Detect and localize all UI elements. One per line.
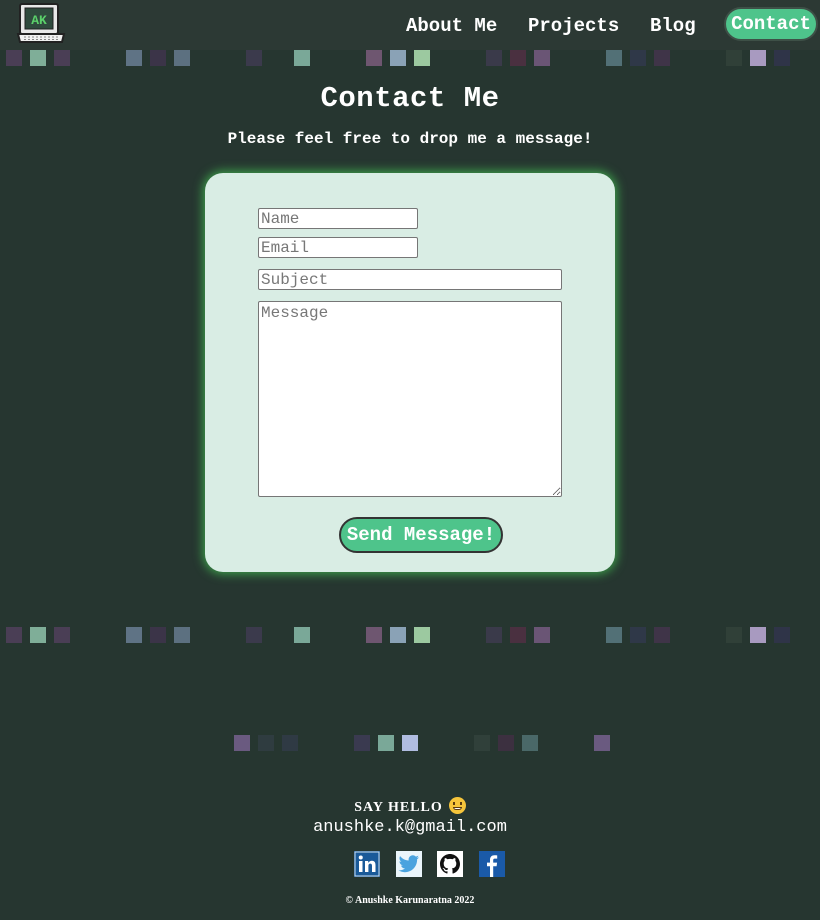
nav-projects[interactable]: Projects xyxy=(528,12,619,40)
subject-field[interactable] xyxy=(258,269,562,290)
message-field[interactable] xyxy=(258,301,562,497)
pixel-decoration-top xyxy=(0,50,820,66)
twitter-icon[interactable] xyxy=(396,851,422,877)
github-icon[interactable] xyxy=(437,851,463,877)
nav-blog[interactable]: Blog xyxy=(650,12,696,40)
pixel-decoration-footer xyxy=(0,735,820,751)
pixel-decoration-middle xyxy=(0,627,820,643)
say-hello-text: SAY HELLO xyxy=(354,800,443,815)
logo-text: AK xyxy=(31,13,47,28)
email-field[interactable] xyxy=(258,237,418,258)
nav-about-me[interactable]: About Me xyxy=(406,12,497,40)
say-hello-heading: SAY HELLO xyxy=(0,797,820,816)
linkedin-icon[interactable] xyxy=(354,851,380,877)
grinning-face-icon xyxy=(448,797,466,814)
page-subtitle: Please feel free to drop me a message! xyxy=(227,130,593,148)
navbar: AK About Me Projects Blog Contact xyxy=(0,0,820,50)
facebook-icon[interactable] xyxy=(479,851,505,877)
name-field[interactable] xyxy=(258,208,418,229)
nav-contact[interactable]: Contact xyxy=(724,7,818,41)
send-message-button[interactable]: Send Message! xyxy=(339,517,503,553)
page-title: Contact Me xyxy=(320,82,500,115)
computer-logo-icon[interactable]: AK xyxy=(16,3,66,45)
footer-email[interactable]: anushke.k@gmail.com xyxy=(0,818,820,837)
copyright-text: © Anushke Karunaratna 2022 xyxy=(345,895,475,906)
